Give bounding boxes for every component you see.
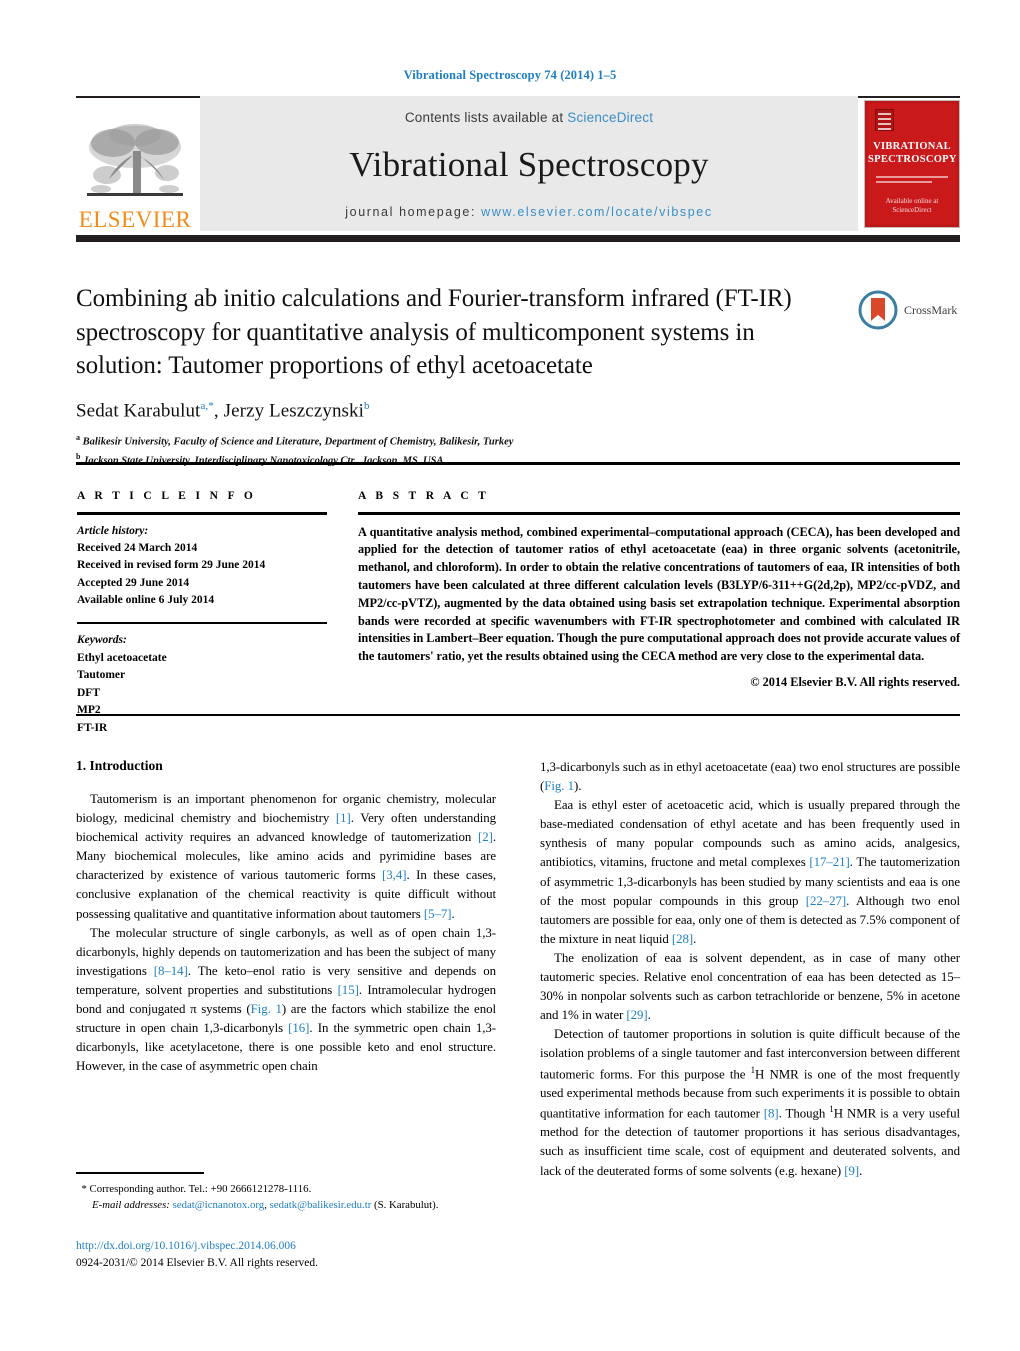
corresponding-author-footnote: * Corresponding author. Tel.: +90 266612…	[76, 1172, 496, 1213]
masthead-bottom-rule	[76, 235, 960, 242]
homepage-prefix: journal homepage:	[345, 205, 477, 219]
contents-prefix: Contents lists available at	[404, 110, 564, 125]
sciencedirect-link[interactable]: ScienceDirect	[567, 110, 653, 125]
keywords-label: Keywords:	[77, 634, 127, 647]
footnote-star: *	[81, 1182, 87, 1195]
homepage-url-link[interactable]: www.elsevier.com/locate/vibspec	[481, 205, 713, 219]
elsevier-logo[interactable]: ELSEVIER	[76, 96, 194, 231]
paragraph-left-2: The molecular structure of single carbon…	[76, 925, 496, 1074]
article-info-heading-rule	[77, 512, 327, 515]
footnote-line-2: E-mail addresses: sedat@icnanotox.org, s…	[76, 1197, 496, 1213]
email-link-1[interactable]: sedat@icnanotox.org	[173, 1199, 265, 1211]
footnote-text: * Corresponding author. Tel.: +90 266612…	[76, 1181, 496, 1213]
journal-title: Vibrational Spectroscopy	[349, 144, 709, 184]
journal-band: Contents lists available at ScienceDirec…	[200, 96, 858, 231]
section-heading-introduction: 1. Introduction	[76, 758, 163, 773]
cover-badge-icon	[875, 108, 894, 131]
affiliation-a-text: Balikesir University, Faculty of Science…	[82, 436, 514, 448]
abstract-column: A B S T R A C T A quantitative analysis …	[358, 490, 960, 690]
cover-title-line2: SPECTROSCOPY	[868, 153, 957, 165]
body-columns: 1. Introduction Tautomerism is an import…	[76, 758, 960, 1181]
crossmark-icon	[858, 290, 898, 330]
history-item-3: Available online 6 July 2014	[77, 594, 215, 607]
abstract-copyright: © 2014 Elsevier B.V. All rights reserved…	[750, 675, 960, 690]
email-link-2[interactable]: sedatk@balikesir.edu.tr	[270, 1199, 372, 1211]
cover-foot-line2: ScienceDirect	[892, 206, 932, 215]
cover-title: VIBRATIONAL SPECTROSCOPY	[868, 140, 956, 166]
cover-inner: VIBRATIONAL SPECTROSCOPY Available onlin…	[868, 103, 956, 224]
history-item-0: Received 24 March 2014	[77, 541, 198, 554]
article-info-column: A R T I C L E I N F O Article history: R…	[77, 490, 327, 737]
article-info-heading: A R T I C L E I N F O	[77, 490, 257, 502]
body-right-column: 1,3-dicarbonyls such as in ethyl acetoac…	[540, 758, 960, 1181]
footnote-line-1: * Corresponding author. Tel.: +90 266612…	[76, 1181, 496, 1197]
keyword-4: FT-IR	[77, 721, 108, 734]
elsevier-tree-icon	[87, 124, 183, 196]
affiliation-b: b Jackson State University, Interdiscipl…	[76, 451, 836, 470]
paragraph-right-2: Eaa is ethyl ester of acetoacetic acid, …	[540, 798, 960, 946]
author-1-name: Sedat Karabulut	[76, 399, 201, 421]
abstract-text: A quantitative analysis method, combined…	[358, 524, 960, 664]
body-left-column: 1. Introduction Tautomerism is an import…	[76, 758, 496, 1181]
info-top-rule	[76, 462, 960, 465]
article-history-label: Article history:	[77, 524, 149, 537]
cover-footer: Available online at ScienceDirect	[868, 197, 956, 215]
affiliation-b-mark: b	[76, 451, 81, 461]
affiliation-a: a Balikesir University, Faculty of Scien…	[76, 432, 836, 451]
contents-list-line: Contents lists available at ScienceDirec…	[405, 110, 653, 125]
article-history-group: Article history: Received 24 March 2014 …	[77, 523, 327, 610]
author-1-marks[interactable]: a,*	[200, 400, 213, 412]
author-separator: ,	[213, 399, 224, 421]
author-2-name: Jerzy Leszczynski	[223, 399, 365, 421]
history-item-1: Received in revised form 29 June 2014	[77, 559, 266, 572]
author-list: Sedat Karabuluta,*, Jerzy Leszczynskib	[76, 400, 836, 422]
journal-masthead: ELSEVIER Contents lists available at Sci…	[76, 96, 960, 231]
page-title: Combining ab initio calculations and Fou…	[76, 285, 792, 379]
paragraph-left-1: Tautomerism is an important phenomenon f…	[76, 792, 496, 921]
keyword-2: DFT	[77, 686, 100, 699]
footnote-corresponding: Corresponding author. Tel.: +90 26661212…	[89, 1182, 312, 1195]
title-block: Combining ab initio calculations and Fou…	[76, 282, 836, 469]
article-history-rule	[77, 621, 327, 625]
keyword-1: Tautomer	[77, 669, 126, 682]
abstract-heading-rule	[358, 512, 960, 515]
footnote-rule	[76, 1172, 204, 1174]
issn-copyright: 0924-2031/© 2014 Elsevier B.V. All right…	[76, 1257, 319, 1270]
doi-link[interactable]: http://dx.doi.org/10.1016/j.vibspec.2014…	[76, 1238, 576, 1255]
keyword-0: Ethyl acetoacetate	[77, 651, 167, 664]
paragraph-right-1: 1,3-dicarbonyls such as in ethyl acetoac…	[540, 760, 960, 794]
doi-block: http://dx.doi.org/10.1016/j.vibspec.2014…	[76, 1238, 576, 1273]
crossmark-badge[interactable]: CrossMark	[858, 288, 958, 332]
author-2-marks[interactable]: b	[364, 400, 370, 412]
crossmark-label: CrossMark	[904, 302, 958, 317]
abstract-heading: A B S T R A C T	[358, 490, 490, 502]
cover-subtitle-lines	[876, 175, 948, 186]
elsevier-wordmark: ELSEVIER	[78, 207, 192, 232]
paragraph-right-3: The enolization of eaa is solvent depend…	[540, 950, 960, 1023]
cover-title-line1: VIBRATIONAL	[873, 140, 951, 152]
journal-article-page: Vibrational Spectroscopy 74 (2014) 1–5 E…	[0, 0, 1020, 1351]
journal-cover-thumbnail[interactable]: VIBRATIONAL SPECTROSCOPY Available onlin…	[864, 99, 960, 228]
email-label: E-mail addresses:	[92, 1198, 170, 1211]
journal-homepage-line: journal homepage: www.elsevier.com/locat…	[345, 205, 712, 219]
history-item-2: Accepted 29 June 2014	[77, 576, 190, 589]
keyword-3: MP2	[77, 704, 101, 717]
running-head: Vibrational Spectroscopy 74 (2014) 1–5	[403, 68, 617, 82]
keywords-group: Keywords: Ethyl acetoacetate Tautomer DF…	[77, 632, 327, 737]
email-suffix: (S. Karabulut).	[371, 1198, 439, 1211]
affiliation-a-mark: a	[76, 432, 80, 442]
cover-foot-line1: Available online at	[885, 197, 939, 206]
paragraph-right-4: Detection of tautomer proportions in sol…	[540, 1027, 961, 1178]
